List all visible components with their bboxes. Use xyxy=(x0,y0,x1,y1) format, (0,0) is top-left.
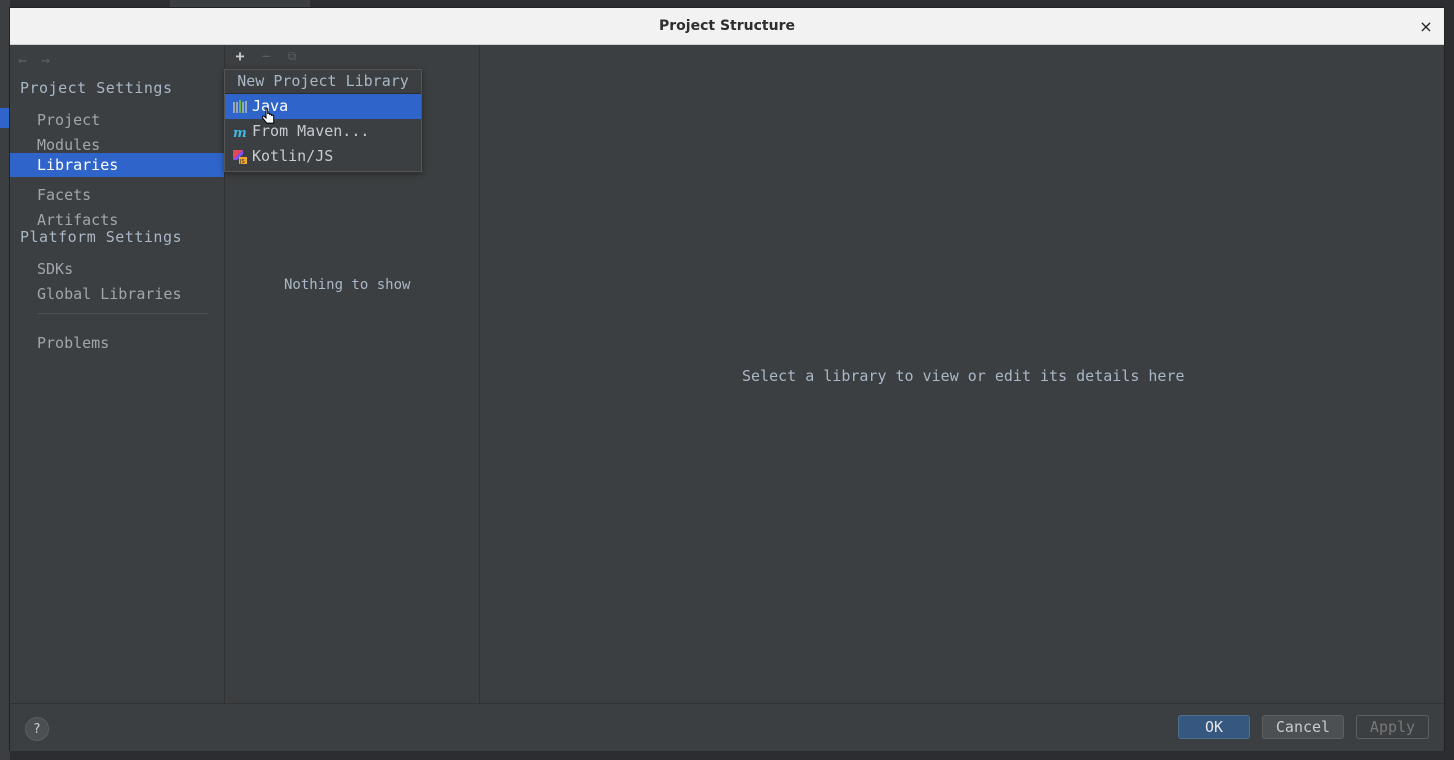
svg-text:JS: JS xyxy=(239,159,245,164)
project-settings-header: Project Settings xyxy=(20,79,173,97)
nav-item-global-libraries[interactable]: Global Libraries xyxy=(10,282,224,306)
library-icon xyxy=(233,100,247,113)
library-details-panel: Select a library to view or edit its det… xyxy=(480,45,1444,703)
project-structure-dialog: Project Structure × ← → Project Settings… xyxy=(10,8,1444,751)
nav-item-problems[interactable]: Problems xyxy=(10,331,224,355)
dialog-title: Project Structure xyxy=(659,18,795,34)
popup-item-java[interactable]: Java xyxy=(225,94,421,119)
background-ide-strip xyxy=(0,0,10,760)
nav-item-project[interactable]: Project xyxy=(10,108,224,132)
maven-icon: m xyxy=(233,126,247,139)
apply-button[interactable]: Apply xyxy=(1356,715,1429,739)
libraries-toolbar: + − ⧉ xyxy=(233,49,299,64)
close-icon[interactable]: × xyxy=(1416,16,1436,36)
new-library-popup: New Project Library Java m From Maven... xyxy=(224,69,422,172)
remove-icon[interactable]: − xyxy=(259,49,273,64)
forward-arrow-icon[interactable]: → xyxy=(41,51,50,69)
popup-item-from-maven[interactable]: m From Maven... xyxy=(225,119,421,144)
copy-icon[interactable]: ⧉ xyxy=(285,49,299,63)
kotlin-js-icon: JS xyxy=(233,150,247,164)
back-arrow-icon[interactable]: ← xyxy=(18,51,27,69)
help-icon[interactable]: ? xyxy=(25,717,49,741)
empty-list-text: Nothing to show xyxy=(284,277,411,293)
nav-item-facets[interactable]: Facets xyxy=(10,183,224,207)
nav-item-sdks[interactable]: SDKs xyxy=(10,257,224,281)
history-nav: ← → xyxy=(18,51,50,69)
popup-title: New Project Library xyxy=(225,70,421,94)
svg-text:m: m xyxy=(233,126,247,139)
add-icon[interactable]: + xyxy=(233,49,247,64)
settings-nav: ← → Project Settings Project Modules Lib… xyxy=(10,45,225,703)
ok-button[interactable]: OK xyxy=(1178,715,1250,739)
details-hint: Select a library to view or edit its det… xyxy=(742,367,1185,385)
popup-item-kotlin-js[interactable]: JS Kotlin/JS xyxy=(225,144,421,169)
nav-item-libraries[interactable]: Libraries xyxy=(10,153,224,177)
dialog-footer: ? OK Cancel Apply xyxy=(10,703,1444,751)
popup-item-label: Kotlin/JS xyxy=(252,147,334,165)
platform-settings-header: Platform Settings xyxy=(20,228,183,246)
cancel-button[interactable]: Cancel xyxy=(1262,715,1344,739)
background-selection xyxy=(0,108,10,128)
nav-divider xyxy=(38,313,208,314)
hand-cursor-icon xyxy=(262,108,275,124)
background-ide-toolbar xyxy=(170,0,310,8)
title-bar: Project Structure × xyxy=(10,8,1444,45)
